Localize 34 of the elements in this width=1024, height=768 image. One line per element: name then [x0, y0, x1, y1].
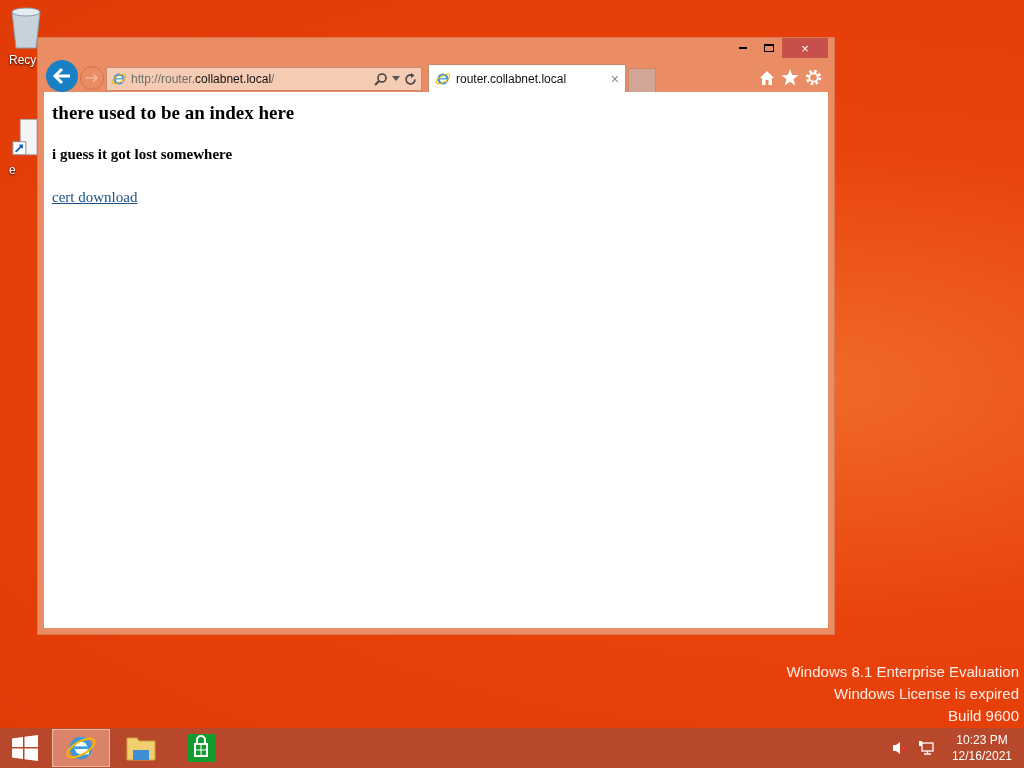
page-subheading: i guess it got lost somewhere [52, 145, 233, 164]
license-notice: Windows 8.1 Enterprise Evaluation [786, 662, 1019, 681]
tab-title: router.collabnet.local [456, 70, 568, 88]
license-notice: Windows License is expired [833, 684, 1019, 703]
settings-icon[interactable] [805, 69, 822, 86]
browser-tab[interactable]: router.collabnet.local × [428, 64, 626, 92]
refresh-icon[interactable] [404, 72, 417, 86]
license-notice: Build 9600 [948, 706, 1019, 725]
taskbar-app[interactable] [52, 729, 110, 767]
forward-arrow-icon [85, 72, 99, 84]
muted-speaker-icon[interactable] [891, 741, 908, 755]
cert-download-link[interactable]: cert download [52, 185, 138, 208]
clock-date: 12/16/2021 [951, 748, 1012, 764]
clock-time: 10:23 PM [956, 732, 1008, 748]
recycle-bin-icon[interactable] [9, 6, 43, 50]
address-bar[interactable]: http://router.collabnet.local/ [106, 67, 422, 91]
address-text: http://router.collabnet.local/ [131, 71, 276, 88]
back-arrow-icon [52, 67, 72, 85]
network-icon[interactable] [917, 740, 934, 756]
windows-logo-icon [12, 735, 38, 761]
tab-close-button[interactable]: × [610, 71, 619, 86]
clock[interactable]: 10:23 PM 12/16/2021 [939, 732, 1024, 764]
home-icon[interactable] [759, 69, 775, 86]
store-bag-icon [186, 733, 216, 763]
browser-logo-icon [111, 71, 127, 87]
dropdown-caret-icon[interactable] [392, 76, 400, 82]
browser-logo-icon [435, 70, 451, 87]
desktop-icon-label: e [9, 162, 16, 178]
star-icon[interactable] [781, 69, 799, 86]
search-icon[interactable] [374, 72, 388, 86]
close-button[interactable]: × [782, 38, 828, 58]
desktop-icon-label: Recy [9, 52, 37, 68]
page-heading: there used to be an index here [52, 102, 295, 124]
back-button[interactable] [46, 60, 78, 92]
